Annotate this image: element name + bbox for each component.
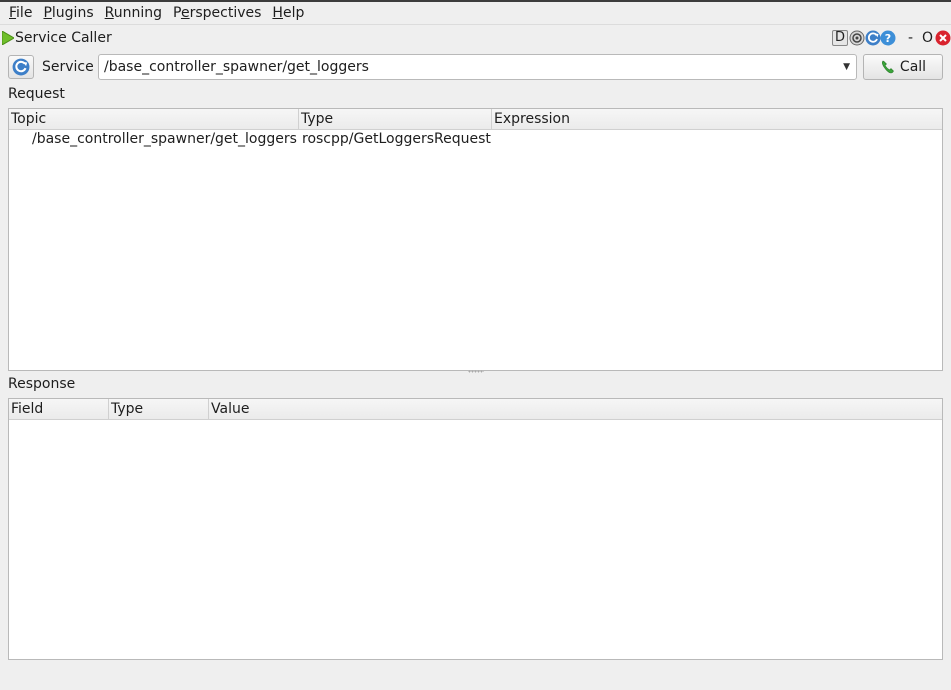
request-tree[interactable]: Topic Type Expression /base_controller_s… [8, 108, 943, 371]
service-combobox-value: /base_controller_spawner/get_loggers [104, 59, 369, 75]
column-header-topic[interactable]: Topic [9, 109, 299, 130]
menubar: File Plugins Running Perspectives Help [0, 2, 951, 24]
table-row[interactable]: /base_controller_spawner/get_loggers ros… [9, 130, 942, 149]
refresh-icon [12, 58, 30, 76]
play-icon [2, 31, 14, 45]
request-label: Request [8, 86, 65, 102]
service-label: Service [42, 59, 94, 75]
response-tree-header: Field Type Value [9, 399, 942, 420]
close-icon[interactable] [935, 30, 951, 46]
column-header-value[interactable]: Value [209, 399, 943, 420]
minimize-button[interactable]: - [908, 28, 913, 48]
request-tree-header: Topic Type Expression [9, 109, 942, 130]
plugin-title: Service Caller [15, 30, 112, 46]
float-button[interactable]: O [922, 28, 933, 48]
service-combobox[interactable]: /base_controller_spawner/get_loggers ▼ [98, 54, 857, 80]
response-label: Response [8, 376, 76, 392]
service-row: Service /base_controller_spawner/get_log… [0, 54, 951, 80]
call-button-label: Call [899, 59, 927, 75]
menu-file[interactable]: File [6, 2, 35, 24]
reload-icon[interactable] [865, 30, 881, 46]
column-header-type[interactable]: Type [109, 399, 209, 420]
menubar-separator [0, 24, 951, 25]
splitter-handle[interactable] [468, 370, 484, 373]
menu-perspectives[interactable]: Perspectives [170, 2, 264, 24]
plugin-titlebar: Service Caller D ? - O [0, 27, 951, 49]
response-tree[interactable]: Field Type Value [8, 398, 943, 660]
row-type: roscpp/GetLoggersRequest [302, 131, 491, 147]
chevron-down-icon: ▼ [843, 62, 850, 72]
row-topic: /base_controller_spawner/get_loggers [32, 131, 297, 147]
phone-icon [881, 60, 894, 74]
call-button[interactable]: Call [863, 54, 943, 80]
column-header-expression[interactable]: Expression [492, 109, 943, 130]
column-header-type[interactable]: Type [299, 109, 492, 130]
dock-button[interactable]: D [832, 30, 848, 46]
menu-plugins[interactable]: Plugins [40, 2, 96, 24]
menu-running[interactable]: Running [102, 2, 165, 24]
column-header-field[interactable]: Field [9, 399, 109, 420]
menu-help[interactable]: Help [269, 2, 307, 24]
gear-icon[interactable] [849, 30, 865, 46]
svg-text:?: ? [885, 32, 891, 45]
refresh-services-button[interactable] [8, 55, 34, 79]
help-icon[interactable]: ? [880, 30, 896, 46]
